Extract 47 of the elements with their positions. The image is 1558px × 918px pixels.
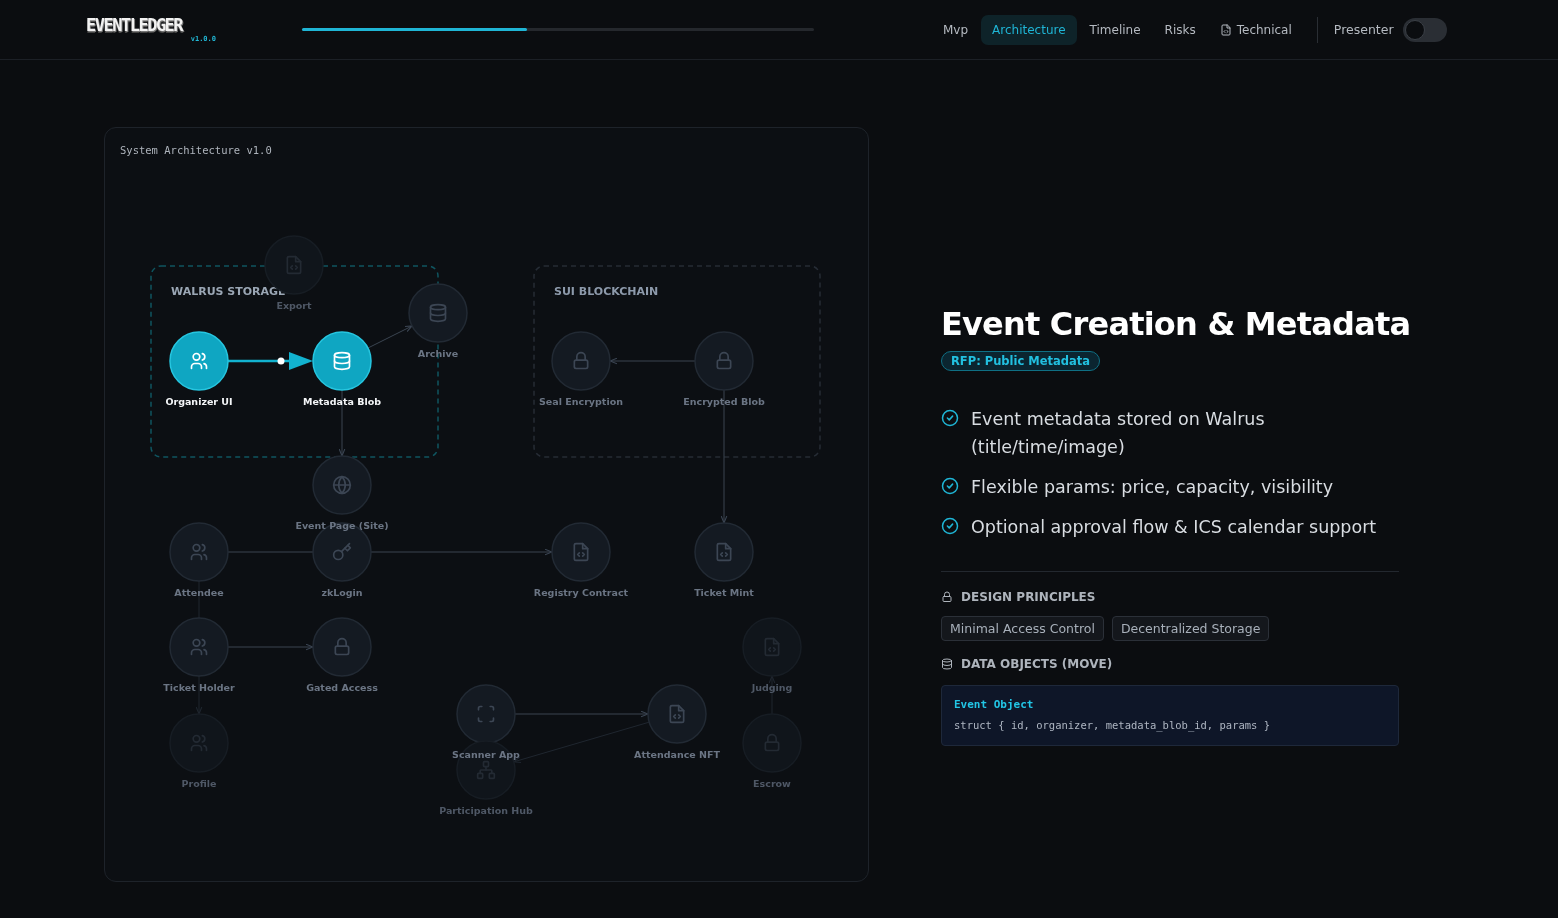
node-label: zkLogin bbox=[321, 587, 363, 598]
nav-tab[interactable]: Mvp bbox=[932, 14, 980, 45]
node-label: Seal Encryption bbox=[539, 396, 623, 407]
check-circle-icon bbox=[941, 517, 959, 535]
node-label: Escrow bbox=[753, 778, 791, 789]
principle-tag: Decentralized Storage bbox=[1111, 616, 1270, 641]
rfp-badge: RFP: Public Metadata bbox=[941, 351, 1101, 371]
feature-point: Optional approval flow & ICS calendar support bbox=[971, 516, 1377, 539]
node-label: Participation Hub bbox=[439, 805, 533, 816]
section-title: Event Creation & Metadata bbox=[941, 304, 1411, 345]
database-icon bbox=[941, 658, 953, 670]
node-label: Archive bbox=[417, 348, 459, 359]
presenter-label: Presenter bbox=[1333, 22, 1394, 37]
node-label: Encrypted Blob bbox=[683, 396, 765, 407]
node-label: Ticket Mint bbox=[694, 587, 754, 598]
presenter-toggle[interactable] bbox=[1402, 17, 1447, 42]
panel-title: System Architecture v1.0 bbox=[119, 143, 272, 158]
node-label: Metadata Blob bbox=[302, 396, 382, 407]
node-label: Attendee bbox=[174, 587, 224, 598]
node-label: Registry Contract bbox=[533, 587, 629, 598]
feature-point: Flexible params: price, capacity, visibility bbox=[971, 476, 1334, 499]
node-label: Gated Access bbox=[306, 682, 378, 693]
nav-tab[interactable]: Technical bbox=[1208, 14, 1303, 45]
node-label: Ticket Holder bbox=[163, 682, 235, 693]
node-label: Profile bbox=[181, 778, 217, 789]
nav-tab[interactable]: Timeline bbox=[1078, 14, 1152, 45]
connector-arrow bbox=[367, 325, 413, 349]
principle-tag: Minimal Access Control bbox=[941, 616, 1104, 641]
node-label: Organizer UI bbox=[165, 396, 233, 407]
section-heading: DATA OBJECTS (MOVE) bbox=[961, 657, 1113, 671]
feature-point: Event metadata stored on Walrus (title/time/image) bbox=[971, 408, 1266, 459]
struct-code: struct { id, organizer, metadata_blob_id, params } bbox=[954, 719, 1271, 731]
nav-tab[interactable]: Risks bbox=[1153, 14, 1207, 45]
nav-tab[interactable]: Architecture bbox=[981, 14, 1077, 45]
check-circle-icon bbox=[941, 477, 959, 495]
object-name: Event Object bbox=[954, 698, 1034, 711]
code-file-icon bbox=[1219, 23, 1232, 36]
check-circle-icon bbox=[941, 409, 959, 427]
section-heading: DESIGN PRINCIPLES bbox=[961, 590, 1096, 604]
node-label: Scanner App bbox=[452, 749, 520, 760]
group-label: SUI BLOCKCHAIN bbox=[554, 285, 659, 298]
node-label: Export bbox=[276, 300, 312, 311]
lock-icon bbox=[941, 591, 953, 603]
logo-wordmark: EVENTLEDGER bbox=[86, 16, 183, 34]
node-label: Attendance NFT bbox=[634, 749, 720, 760]
node-label: Judging bbox=[751, 682, 793, 693]
node-label: Event Page (Site) bbox=[295, 520, 389, 531]
